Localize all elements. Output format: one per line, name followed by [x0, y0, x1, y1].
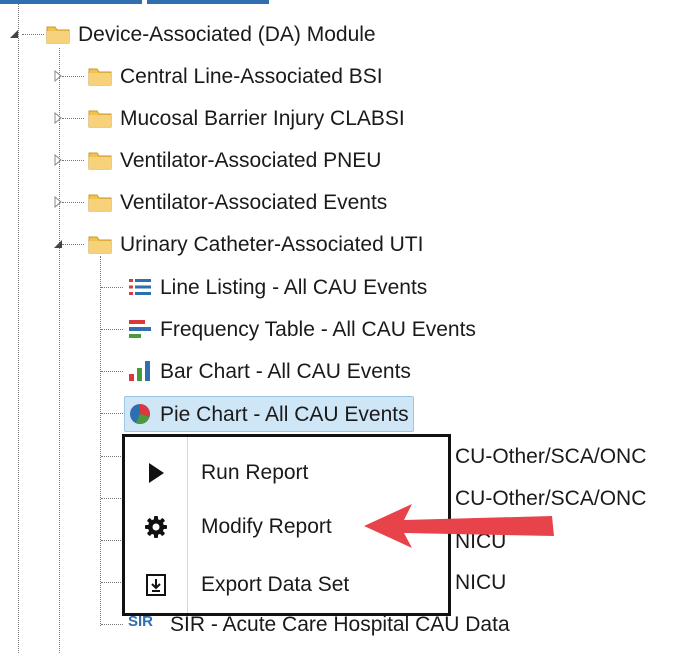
tree-node-folder[interactable]: Ventilator-Associated Events	[88, 184, 387, 220]
menu-item-label: Export Data Set	[201, 573, 350, 596]
tree-node-folder[interactable]: Central Line-Associated BSI	[88, 58, 383, 94]
collapsed-arrow-icon[interactable]	[52, 112, 64, 124]
tree-connector	[101, 287, 123, 288]
top-tab-strip	[0, 0, 691, 4]
menu-item-label: Modify Report	[201, 515, 332, 538]
line-listing-icon	[129, 279, 151, 295]
tree-connector	[101, 540, 123, 541]
tree-connector	[101, 624, 123, 625]
annotation-arrow	[364, 504, 554, 548]
tree-node-report[interactable]: Bar Chart - All CAU Events	[128, 353, 411, 389]
tree-connector	[101, 456, 123, 457]
tree-node-label: Frequency Table - All CAU Events	[160, 317, 476, 341]
folder-icon	[46, 26, 70, 44]
obscured-report-text[interactable]: NICU	[455, 571, 506, 595]
tree-connector	[62, 202, 84, 203]
tree-connector	[101, 371, 123, 372]
pie-chart-icon	[130, 404, 150, 425]
tree-node-report[interactable]: Line Listing - All CAU Events	[128, 269, 427, 305]
menu-item-label: Run Report	[201, 461, 309, 484]
tree-node-label: Mucosal Barrier Injury CLABSI	[120, 106, 405, 130]
tree-node-label: SIR - Acute Care Hospital CAU Data	[170, 612, 510, 636]
tree-connector	[62, 118, 84, 119]
tree-node-label: Line Listing - All CAU Events	[160, 275, 428, 299]
folder-icon	[88, 236, 112, 254]
bar-chart-icon	[129, 361, 150, 381]
tree-connector	[18, 4, 19, 653]
tree-node-label: Bar Chart - All CAU Events	[160, 359, 411, 383]
expanded-arrow-icon[interactable]	[52, 238, 64, 250]
frequency-table-icon	[129, 320, 151, 338]
tree-connector	[62, 160, 84, 161]
tree-connector	[101, 413, 123, 414]
tree-node-label: Central Line-Associated BSI	[120, 64, 383, 88]
tree-connector	[101, 582, 123, 583]
gear-icon	[125, 515, 187, 539]
tree-node-report-selected[interactable]: Pie Chart - All CAU Events	[124, 396, 414, 432]
tree-node-label: Ventilator-Associated PNEU	[120, 148, 382, 172]
export-data-set-menu-item[interactable]: Export Data Set	[125, 559, 448, 611]
tree-node-report[interactable]: Frequency Table - All CAU Events	[128, 311, 476, 347]
folder-icon	[88, 110, 112, 128]
tree-node-folder[interactable]: Mucosal Barrier Injury CLABSI	[88, 100, 405, 136]
tree-node-module[interactable]: Device-Associated (DA) Module	[46, 16, 376, 52]
tree-node-folder[interactable]: Ventilator-Associated PNEU	[88, 142, 381, 178]
expanded-arrow-icon[interactable]	[8, 28, 20, 40]
tree-node-label: Urinary Catheter-Associated UTI	[120, 232, 424, 256]
tree-connector	[100, 256, 101, 626]
tree-node-label: Ventilator-Associated Events	[120, 190, 388, 214]
export-icon	[125, 573, 187, 597]
tree-connector	[62, 76, 84, 77]
tree-connector	[101, 329, 123, 330]
obscured-report-text[interactable]: CU-Other/SCA/ONC	[455, 445, 646, 469]
collapsed-arrow-icon[interactable]	[52, 154, 64, 166]
tree-connector	[101, 498, 123, 499]
collapsed-arrow-icon[interactable]	[52, 196, 64, 208]
tree-node-folder[interactable]: Urinary Catheter-Associated UTI	[88, 226, 423, 262]
tree-node-label: Pie Chart - All CAU Events	[160, 402, 409, 426]
play-icon	[125, 461, 187, 485]
tree-connector	[22, 34, 44, 35]
sir-icon: SIR	[128, 613, 154, 630]
folder-icon	[88, 152, 112, 170]
folder-icon	[88, 194, 112, 212]
folder-icon	[88, 68, 112, 86]
tree-connector	[62, 244, 84, 245]
tree-connector	[59, 48, 60, 653]
run-report-menu-item[interactable]: Run Report	[125, 447, 448, 499]
collapsed-arrow-icon[interactable]	[52, 70, 64, 82]
tree-node-label: Device-Associated (DA) Module	[78, 22, 376, 46]
